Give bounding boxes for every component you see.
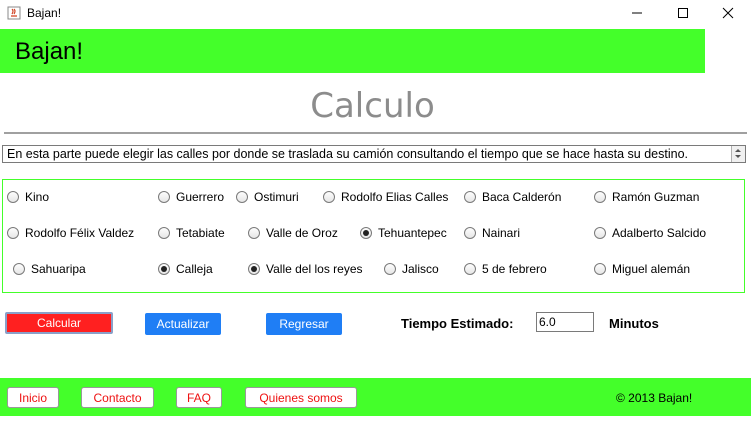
radio-street[interactable]: Tetabiate [158,226,225,240]
actualizar-button[interactable]: Actualizar [145,313,221,335]
info-text-field[interactable]: En esta parte puede elegir las calles po… [2,145,746,163]
calcular-button[interactable]: Calcular [5,312,113,334]
radio-street[interactable]: Rodolfo Elias Calles [323,190,448,204]
radio-street[interactable]: Rodolfo Félix Valdez [7,226,134,240]
radio-circle-icon [464,227,476,239]
window-titlebar: Bajan! [0,0,751,26]
scroll-arrows-icon[interactable] [731,146,745,162]
radio-street[interactable]: Jalisco [384,262,439,276]
radio-label: Guerrero [176,190,225,204]
close-button[interactable] [705,0,751,26]
radio-circle-icon [464,191,476,203]
radio-label: Baca Calderón [482,190,562,204]
radio-circle-icon [7,227,19,239]
footer-link-inicio[interactable]: Inicio [7,387,59,408]
window-title: Bajan! [27,6,62,20]
header-title: Bajan! [15,38,84,65]
radio-label: Tetabiate [176,226,225,240]
radio-circle-icon [158,191,170,203]
radio-circle-icon [158,263,170,275]
radio-street[interactable]: Miguel alemán [594,262,690,276]
time-unit-label: Minutos [609,316,659,331]
radio-street[interactable]: Valle de Oroz [248,226,338,240]
copyright-text: © 2013 Bajan! [616,391,693,405]
radio-label: Tehuantepec [378,226,447,240]
radio-label: 5 de febrero [482,262,547,276]
radio-circle-icon [323,191,335,203]
radio-street[interactable]: 5 de febrero [464,262,547,276]
radio-street[interactable]: Guerrero [158,190,224,204]
footer-link-faq[interactable]: FAQ [176,387,222,408]
radio-label: Rodolfo Elias Calles [341,190,449,204]
radio-street[interactable]: Tehuantepec [360,226,447,240]
radio-label: Ostimuri [254,190,299,204]
radio-street[interactable]: Ostimuri [236,190,299,204]
estimated-time-label: Tiempo Estimado: [401,316,514,331]
radio-label: Nainari [482,226,521,240]
radio-circle-icon [158,227,170,239]
radio-label: Jalisco [402,262,439,276]
radio-circle-icon [7,191,19,203]
radio-circle-icon [594,191,606,203]
radio-label: Sahuaripa [31,262,86,276]
radio-street[interactable]: Nainari [464,226,520,240]
radio-circle-icon [248,227,260,239]
radio-circle-icon [236,191,248,203]
header-bar [0,29,705,73]
maximize-icon [678,8,688,18]
java-app-icon [7,6,21,20]
title-separator [4,132,747,134]
footer-link-quienes-somos[interactable]: Quienes somos [245,387,357,408]
info-text: En esta parte puede elegir las calles po… [7,147,688,161]
radio-label: Valle del los reyes [266,262,363,276]
estimated-time-field[interactable] [536,312,594,332]
regresar-button[interactable]: Regresar [266,313,342,335]
radio-label: Valle de Oroz [266,226,338,240]
radio-label: Adalberto Salcido [612,226,707,240]
footer-link-contacto[interactable]: Contacto [81,387,154,408]
page-title: Calculo [310,86,435,126]
radio-circle-icon [594,227,606,239]
radio-street[interactable]: Baca Calderón [464,190,561,204]
radio-label: Miguel alemán [612,262,691,276]
minimize-icon [632,12,642,14]
radio-circle-icon [384,263,396,275]
close-icon [722,7,734,19]
radio-circle-icon [13,263,25,275]
radio-label: Ramón Guzman [612,190,700,204]
radio-circle-icon [248,263,260,275]
radio-street[interactable]: Calleja [158,262,213,276]
radio-label: Kino [25,190,50,204]
radio-circle-icon [464,263,476,275]
radio-street[interactable]: Adalberto Salcido [594,226,706,240]
radio-label: Calleja [176,262,213,276]
radio-street[interactable]: Valle del los reyes [248,262,363,276]
minimize-button[interactable] [614,0,660,26]
radio-street[interactable]: Ramón Guzman [594,190,699,204]
radio-label: Rodolfo Félix Valdez [25,226,135,240]
radio-street[interactable]: Sahuaripa [13,262,86,276]
maximize-button[interactable] [660,0,706,26]
radio-circle-icon [594,263,606,275]
radio-street[interactable]: Kino [7,190,49,204]
radio-circle-icon [360,227,372,239]
